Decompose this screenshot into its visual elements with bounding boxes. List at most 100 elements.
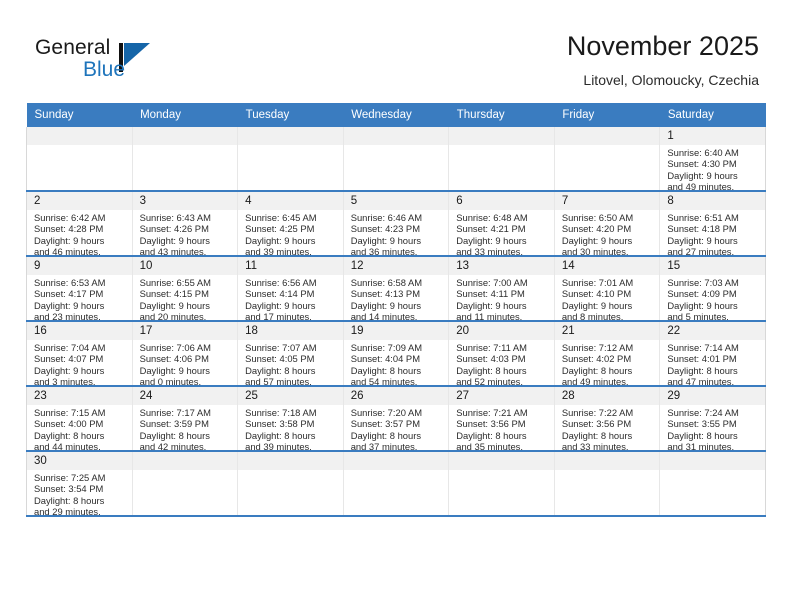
day-cell-inner bbox=[132, 127, 238, 190]
day-info-line: Sunset: 4:20 PM bbox=[561, 223, 632, 235]
day-info-line: Sunset: 4:30 PM bbox=[667, 158, 737, 170]
day-sun-info: Sunrise: 6:58 AM Sunset: 4:13 PM Daylight:… bbox=[344, 275, 449, 323]
calendar-empty-cell bbox=[553, 127, 661, 192]
calendar-day-cell[interactable]: 30 Sunrise: 7:25 AM Sunset: 3:54 PM Dayligh… bbox=[26, 451, 133, 517]
calendar-day-cell[interactable]: 27 Sunrise: 7:21 AM Sunset: 3:56 PM Dayligh… bbox=[448, 386, 555, 453]
day-cell-inner: 7 Sunrise: 6:50 AM Sunset: 4:20 PM Daylight… bbox=[554, 192, 660, 257]
calendar-day-cell[interactable]: 23 Sunrise: 7:15 AM Sunset: 4:00 PM Dayligh… bbox=[26, 386, 133, 452]
day-info-line: Sunrise: 7:17 AM bbox=[139, 407, 211, 418]
weekday-header-saturday: Saturday bbox=[659, 103, 766, 127]
empty-cell-filler bbox=[449, 452, 554, 515]
day-info-line: and 14 minutes. bbox=[350, 311, 418, 323]
day-info-line: Daylight: 9 hours bbox=[456, 234, 527, 246]
day-number: 22 bbox=[660, 322, 765, 340]
calendar-day-cell[interactable]: 4 Sunrise: 6:45 AM Sunset: 4:25 PM Daylight… bbox=[237, 191, 344, 257]
calendar-week-row: 2 Sunrise: 6:42 AM Sunset: 4:28 PM Daylight… bbox=[26, 191, 766, 258]
day-info-line: Daylight: 9 hours bbox=[34, 364, 105, 376]
day-number: 19 bbox=[343, 322, 449, 340]
calendar-day-cell[interactable]: 6 Sunrise: 6:48 AM Sunset: 4:21 PM Daylight… bbox=[448, 191, 555, 257]
day-info-line: Sunset: 4:25 PM bbox=[245, 223, 315, 235]
day-cell-inner: 26 Sunrise: 7:20 AM Sunset: 3:57 PM Dayligh… bbox=[343, 387, 449, 453]
calendar-day-cell[interactable]: 18 Sunrise: 7:07 AM Sunset: 4:05 PM Dayligh… bbox=[237, 321, 344, 387]
empty-cell-filler bbox=[554, 452, 660, 515]
day-cell-inner bbox=[449, 127, 554, 190]
day-number: 9 bbox=[27, 257, 132, 275]
calendar-day-cell[interactable]: 1 Sunrise: 6:40 AM Sunset: 4:30 PM Daylight… bbox=[659, 127, 766, 193]
weekday-header-row: Sunday Monday Tuesday Wednesday Thursday… bbox=[26, 103, 766, 127]
calendar-day-cell[interactable]: 12 Sunrise: 6:58 AM Sunset: 4:13 PM Dayligh… bbox=[342, 256, 450, 323]
calendar-day-cell[interactable]: 22 Sunrise: 7:14 AM Sunset: 4:01 PM Dayligh… bbox=[659, 321, 766, 387]
day-cell-inner: 23 Sunrise: 7:15 AM Sunset: 4:00 PM Dayligh… bbox=[27, 387, 132, 452]
day-info-line: and 23 minutes. bbox=[34, 311, 101, 323]
day-cell-inner: 18 Sunrise: 7:07 AM Sunset: 4:05 PM Dayligh… bbox=[238, 322, 343, 387]
day-cell-inner bbox=[27, 127, 132, 190]
day-info-line: and 20 minutes. bbox=[139, 311, 207, 323]
calendar-day-cell[interactable]: 24 Sunrise: 7:17 AM Sunset: 3:59 PM Dayligh… bbox=[131, 386, 239, 453]
calendar-week-row: 9 Sunrise: 6:53 AM Sunset: 4:17 PM Daylight… bbox=[26, 256, 766, 323]
day-info-line: Sunset: 3:58 PM bbox=[245, 418, 315, 430]
day-sun-info: Sunrise: 6:42 AM Sunset: 4:28 PM Daylight:… bbox=[27, 210, 132, 258]
day-cell-inner: 1 Sunrise: 6:40 AM Sunset: 4:30 PM Daylight… bbox=[660, 127, 765, 193]
day-info-line: and 52 minutes. bbox=[456, 376, 523, 388]
calendar-day-cell[interactable]: 14 Sunrise: 7:01 AM Sunset: 4:10 PM Dayligh… bbox=[553, 256, 661, 322]
calendar-day-cell[interactable]: 25 Sunrise: 7:18 AM Sunset: 3:58 PM Dayligh… bbox=[237, 386, 344, 453]
day-cell-inner: 9 Sunrise: 6:53 AM Sunset: 4:17 PM Daylight… bbox=[27, 257, 132, 323]
calendar-day-cell[interactable]: 15 Sunrise: 7:03 AM Sunset: 4:09 PM Dayligh… bbox=[659, 256, 766, 322]
day-sun-info: Sunrise: 6:53 AM Sunset: 4:17 PM Daylight:… bbox=[27, 275, 132, 323]
calendar-day-cell[interactable]: 20 Sunrise: 7:11 AM Sunset: 4:03 PM Dayligh… bbox=[448, 321, 555, 388]
calendar-day-cell[interactable]: 9 Sunrise: 6:53 AM Sunset: 4:17 PM Daylight… bbox=[26, 256, 133, 323]
empty-cell-header-band bbox=[554, 127, 660, 145]
day-sun-info: Sunrise: 7:20 AM Sunset: 3:57 PM Daylight:… bbox=[344, 405, 449, 453]
day-info-line: Sunrise: 6:51 AM bbox=[667, 212, 739, 223]
calendar-week-row: 1 Sunrise: 6:40 AM Sunset: 4:30 PM Daylight… bbox=[26, 127, 766, 193]
day-number: 8 bbox=[660, 192, 765, 210]
triangle-flag-logo-icon bbox=[124, 43, 150, 66]
calendar-day-cell[interactable]: 26 Sunrise: 7:20 AM Sunset: 3:57 PM Dayligh… bbox=[342, 386, 450, 453]
calendar-day-cell[interactable]: 7 Sunrise: 6:50 AM Sunset: 4:20 PM Daylight… bbox=[553, 191, 661, 257]
day-info-line: Daylight: 9 hours bbox=[561, 234, 633, 246]
empty-cell-header-band bbox=[343, 452, 449, 470]
calendar-empty-cell bbox=[448, 451, 555, 517]
calendar-day-cell[interactable]: 21 Sunrise: 7:12 AM Sunset: 4:02 PM Dayligh… bbox=[553, 321, 661, 388]
day-info-line: Sunrise: 7:12 AM bbox=[561, 342, 634, 353]
weekday-header-sunday: Sunday bbox=[26, 103, 133, 127]
day-info-line: Daylight: 9 hours bbox=[350, 299, 422, 311]
day-info-line: Sunset: 4:04 PM bbox=[350, 353, 420, 365]
calendar-day-cell[interactable]: 3 Sunrise: 6:43 AM Sunset: 4:26 PM Daylight… bbox=[131, 191, 239, 257]
day-sun-info: Sunrise: 7:21 AM Sunset: 3:56 PM Daylight:… bbox=[449, 405, 554, 453]
logo-text-blue: Blue bbox=[83, 58, 126, 81]
day-info-line: Sunset: 4:03 PM bbox=[456, 353, 526, 365]
day-info-line: Sunrise: 6:42 AM bbox=[34, 212, 106, 223]
calendar-day-cell[interactable]: 17 Sunrise: 7:06 AM Sunset: 4:06 PM Dayligh… bbox=[131, 321, 239, 387]
calendar-week-row: 30 Sunrise: 7:25 AM Sunset: 3:54 PM Dayligh… bbox=[26, 451, 766, 517]
calendar-day-cell[interactable]: 13 Sunrise: 7:00 AM Sunset: 4:11 PM Dayligh… bbox=[448, 256, 555, 322]
calendar-day-cell[interactable]: 8 Sunrise: 6:51 AM Sunset: 4:18 PM Daylight… bbox=[659, 191, 766, 257]
calendar-day-cell[interactable]: 19 Sunrise: 7:09 AM Sunset: 4:04 PM Dayligh… bbox=[342, 321, 450, 387]
calendar-day-cell[interactable]: 11 Sunrise: 6:56 AM Sunset: 4:14 PM Dayligh… bbox=[237, 256, 344, 322]
calendar-day-cell[interactable]: 16 Sunrise: 7:04 AM Sunset: 4:07 PM Dayligh… bbox=[26, 321, 133, 387]
day-cell-inner: 17 Sunrise: 7:06 AM Sunset: 4:06 PM Dayligh… bbox=[132, 322, 238, 387]
calendar-day-cell[interactable]: 5 Sunrise: 6:46 AM Sunset: 4:23 PM Daylight… bbox=[342, 191, 450, 258]
day-info-line: Daylight: 8 hours bbox=[245, 429, 316, 441]
calendar-week-row: 23 Sunrise: 7:15 AM Sunset: 4:00 PM Dayligh… bbox=[26, 386, 766, 453]
day-info-line: Daylight: 9 hours bbox=[34, 299, 105, 311]
day-cell-inner bbox=[238, 127, 343, 190]
calendar-day-cell[interactable]: 10 Sunrise: 6:55 AM Sunset: 4:15 PM Dayligh… bbox=[131, 256, 239, 323]
calendar-day-cell[interactable]: 29 Sunrise: 7:24 AM Sunset: 3:55 PM Dayligh… bbox=[659, 386, 766, 452]
calendar-day-cell[interactable]: 2 Sunrise: 6:42 AM Sunset: 4:28 PM Daylight… bbox=[26, 191, 133, 258]
empty-cell-filler bbox=[132, 452, 238, 515]
day-sun-info: Sunrise: 7:17 AM Sunset: 3:59 PM Daylight:… bbox=[133, 405, 238, 453]
calendar-empty-cell bbox=[659, 451, 766, 517]
day-sun-info: Sunrise: 6:40 AM Sunset: 4:30 PM Daylight:… bbox=[660, 145, 765, 193]
day-info-line: and 39 minutes. bbox=[245, 441, 312, 453]
day-cell-inner: 30 Sunrise: 7:25 AM Sunset: 3:54 PM Dayligh… bbox=[27, 452, 132, 517]
calendar-day-cell[interactable]: 28 Sunrise: 7:22 AM Sunset: 3:56 PM Dayligh… bbox=[553, 386, 661, 452]
general-blue-logo[interactable]: General Blue bbox=[35, 36, 195, 88]
day-sun-info: Sunrise: 6:46 AM Sunset: 4:23 PM Daylight:… bbox=[344, 210, 449, 258]
day-sun-info: Sunrise: 7:12 AM Sunset: 4:02 PM Daylight:… bbox=[555, 340, 660, 388]
day-info-line: Daylight: 9 hours bbox=[350, 234, 422, 246]
day-cell-inner: 2 Sunrise: 6:42 AM Sunset: 4:28 PM Daylight… bbox=[27, 192, 132, 258]
day-number: 7 bbox=[554, 192, 660, 210]
day-number: 16 bbox=[27, 322, 132, 340]
calendar-week-row: 16 Sunrise: 7:04 AM Sunset: 4:07 PM Dayligh… bbox=[26, 321, 766, 388]
